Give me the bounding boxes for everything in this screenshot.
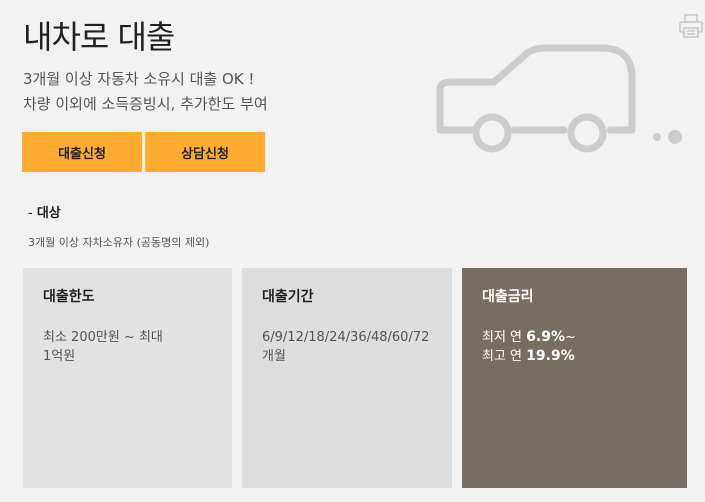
loan-limit-card: 대출한도 최소 200만원 ~ 최대 1억원	[23, 268, 232, 488]
target-heading-prefix: -	[28, 206, 37, 221]
loan-rate-max-value: 19.9%	[526, 348, 575, 364]
loan-rate-body: 최저 연 6.9%~ 최고 연 19.9%	[482, 328, 667, 366]
loan-term-body: 6/9/12/18/24/36/48/60/72 개월	[262, 328, 432, 366]
intro-description: 3개월 이상 자동차 소유시 대출 OK ! 차량 이외에 소득증빙시, 추가한…	[23, 67, 268, 117]
target-heading-label: 대상	[36, 206, 61, 221]
loan-term-line-2: 개월	[262, 349, 286, 364]
loan-limit-title: 대출한도	[43, 289, 95, 305]
intro-line-1: 3개월 이상 자동차 소유시 대출 OK !	[23, 70, 255, 88]
target-description: 3개월 이상 자차소유자 (공동명의 제외)	[28, 236, 210, 249]
loan-limit-line-1: 최소 200만원 ~ 최대	[43, 330, 163, 345]
loan-rate-min: 최저 연 6.9%~	[482, 328, 667, 347]
loan-rate-max-prefix: 최고 연	[482, 349, 527, 364]
loan-apply-button[interactable]: 대출신청	[22, 132, 142, 172]
print-icon[interactable]	[677, 12, 705, 40]
car-outline-illustration	[432, 42, 692, 167]
loan-term-title: 대출기간	[262, 289, 314, 305]
intro-line-2: 차량 이외에 소득증빙시, 추가한도 부여	[23, 95, 268, 113]
loan-rate-max: 최고 연 19.9%	[482, 347, 667, 366]
loan-rate-title: 대출금리	[482, 289, 534, 305]
target-heading: - 대상	[28, 202, 61, 221]
loan-limit-body: 최소 200만원 ~ 최대 1억원	[43, 328, 212, 366]
loan-limit-line-2: 1억원	[43, 349, 76, 364]
loan-rate-min-prefix: 최저 연	[482, 330, 527, 345]
loan-rate-card: 대출금리 최저 연 6.9%~ 최고 연 19.9%	[462, 268, 687, 488]
consult-apply-button[interactable]: 상담신청	[145, 132, 265, 172]
loan-rate-min-value: 6.9%	[526, 329, 565, 345]
loan-term-card: 대출기간 6/9/12/18/24/36/48/60/72 개월	[242, 268, 452, 488]
page-title: 내차로 대출	[23, 18, 175, 56]
loan-rate-min-suffix: ~	[564, 330, 576, 345]
loan-term-line-1: 6/9/12/18/24/36/48/60/72	[262, 330, 430, 345]
